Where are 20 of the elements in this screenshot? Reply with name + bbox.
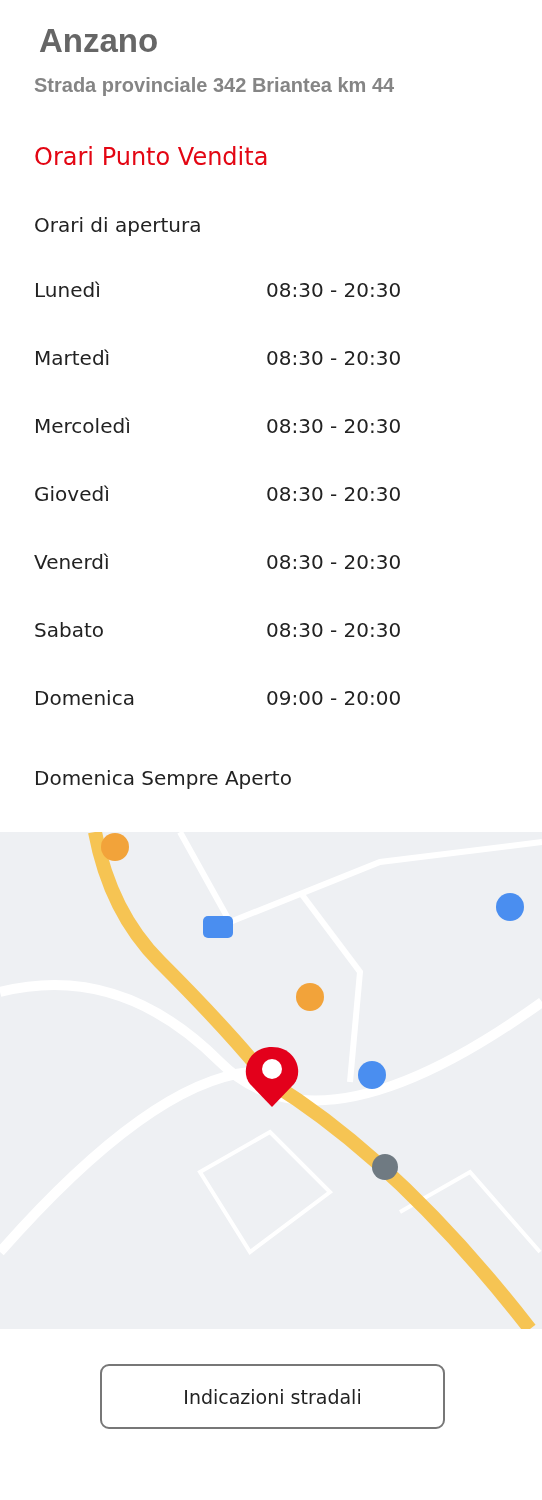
opening-hours: 08:30 - 20:30 xyxy=(266,549,402,576)
opening-hours: 08:30 - 20:30 xyxy=(266,413,402,440)
day-label: Mercoledì xyxy=(34,413,132,440)
day-label: Domenica xyxy=(34,685,136,712)
day-label: Giovedì xyxy=(34,481,111,508)
store-address: Strada provinciale 342 Briantea km 44 xyxy=(34,74,396,97)
opening-hours: 08:30 - 20:30 xyxy=(266,481,402,508)
section-title: Orari Punto Vendita xyxy=(34,143,270,171)
day-label: Venerdì xyxy=(34,549,111,576)
day-label: Martedì xyxy=(34,345,112,372)
hours-subtitle: Orari di apertura xyxy=(34,213,203,237)
opening-hours: 08:30 - 20:30 xyxy=(266,345,402,372)
opening-hours: 09:00 - 20:00 xyxy=(266,685,402,712)
day-label: Lunedì xyxy=(34,277,102,304)
store-name: Anzano xyxy=(38,22,160,60)
day-label: Sabato xyxy=(34,617,105,644)
directions-button[interactable]: Indicazioni stradali xyxy=(100,1364,445,1429)
opening-hours: 08:30 - 20:30 xyxy=(266,617,402,644)
opening-hours: 08:30 - 20:30 xyxy=(266,277,402,304)
hours-note: Domenica Sempre Aperto xyxy=(34,766,293,790)
